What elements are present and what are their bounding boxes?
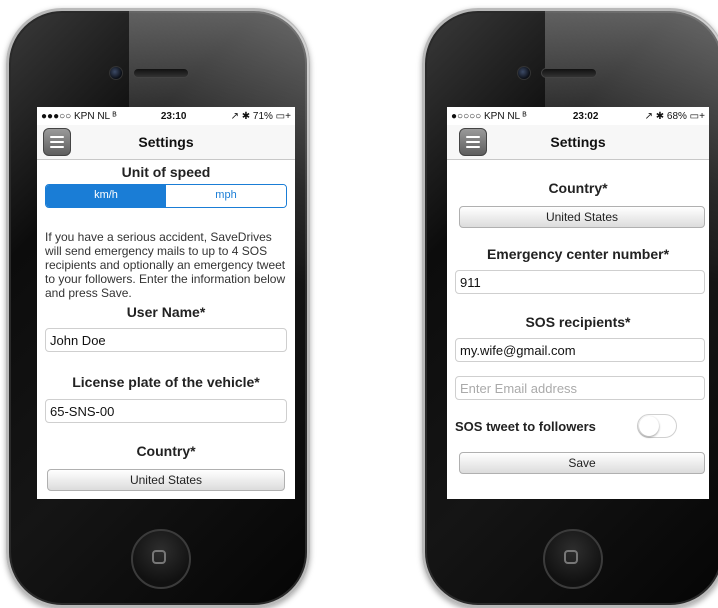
unit-option-mph[interactable]: mph	[166, 185, 286, 207]
unit-option-kmh[interactable]: km/h	[46, 185, 166, 207]
left-screen: ●●●○○ KPN NL ᴮ 23:10 ↗ ✱ 71% ▭+ Settings…	[37, 107, 295, 499]
license-plate-input[interactable]: 65-SNS-00	[45, 399, 287, 423]
page-title: Settings	[138, 134, 194, 150]
home-square-icon	[564, 550, 578, 564]
right-screen: ●○○○○ KPN NL ᴮ 23:02 ↗ ✱ 68% ▭+ Settings…	[447, 107, 709, 499]
country-label: Country*	[136, 443, 196, 459]
save-button[interactable]: Save	[459, 452, 705, 474]
nav-bar: Settings	[447, 125, 709, 160]
sos-email-input-1[interactable]: my.wife@gmail.com	[455, 338, 705, 362]
status-bar: ●○○○○ KPN NL ᴮ 23:02 ↗ ✱ 68% ▭+	[447, 107, 709, 125]
clock: 23:10	[160, 110, 187, 122]
earpiece-speaker	[133, 68, 189, 78]
front-camera	[109, 66, 123, 80]
tweet-toggle-row: SOS tweet to followers	[447, 414, 709, 438]
sos-email-input-2[interactable]: Enter Email address	[455, 376, 705, 400]
country-select[interactable]: United States	[459, 206, 705, 228]
tweet-toggle-switch[interactable]	[637, 414, 677, 438]
home-button[interactable]	[131, 529, 191, 589]
battery-indicator: ↗ ✱ 71% ▭+	[230, 110, 291, 122]
page-title: Settings	[550, 134, 606, 150]
toggle-knob	[639, 416, 659, 436]
right-phone: ●○○○○ KPN NL ᴮ 23:02 ↗ ✱ 68% ▭+ Settings…	[422, 8, 718, 608]
front-camera	[517, 66, 531, 80]
country-label: Country*	[548, 180, 608, 196]
settings-form: Unit of speed km/h mph If you have a ser…	[37, 164, 295, 491]
sos-recipients-label: SOS recipients*	[525, 314, 631, 330]
home-square-icon	[152, 550, 166, 564]
country-select[interactable]: United States	[47, 469, 285, 491]
nav-bar: Settings	[37, 125, 295, 160]
home-button[interactable]	[543, 529, 603, 589]
emergency-number-input[interactable]: 911	[455, 270, 705, 294]
emergency-number-label: Emergency center number*	[486, 246, 670, 262]
user-name-label: User Name*	[126, 304, 206, 320]
user-name-input[interactable]: John Doe	[45, 328, 287, 352]
left-phone: ●●●○○ KPN NL ᴮ 23:10 ↗ ✱ 71% ▭+ Settings…	[6, 8, 310, 608]
settings-form: Country* United States Emergency center …	[447, 180, 709, 474]
tweet-toggle-label: SOS tweet to followers	[455, 418, 596, 434]
license-plate-label: License plate of the vehicle*	[72, 374, 260, 390]
info-text: If you have a serious accident, SaveDriv…	[45, 230, 286, 300]
status-bar: ●●●○○ KPN NL ᴮ 23:10 ↗ ✱ 71% ▭+	[37, 107, 295, 125]
unit-of-speed-label: Unit of speed	[121, 164, 211, 180]
carrier-signal: ●●●○○ KPN NL ᴮ	[41, 110, 117, 122]
carrier-signal: ●○○○○ KPN NL ᴮ	[451, 110, 527, 122]
unit-segmented-control: km/h mph	[45, 184, 287, 208]
clock: 23:02	[572, 110, 599, 122]
earpiece-speaker	[541, 68, 597, 78]
battery-indicator: ↗ ✱ 68% ▭+	[644, 110, 705, 122]
